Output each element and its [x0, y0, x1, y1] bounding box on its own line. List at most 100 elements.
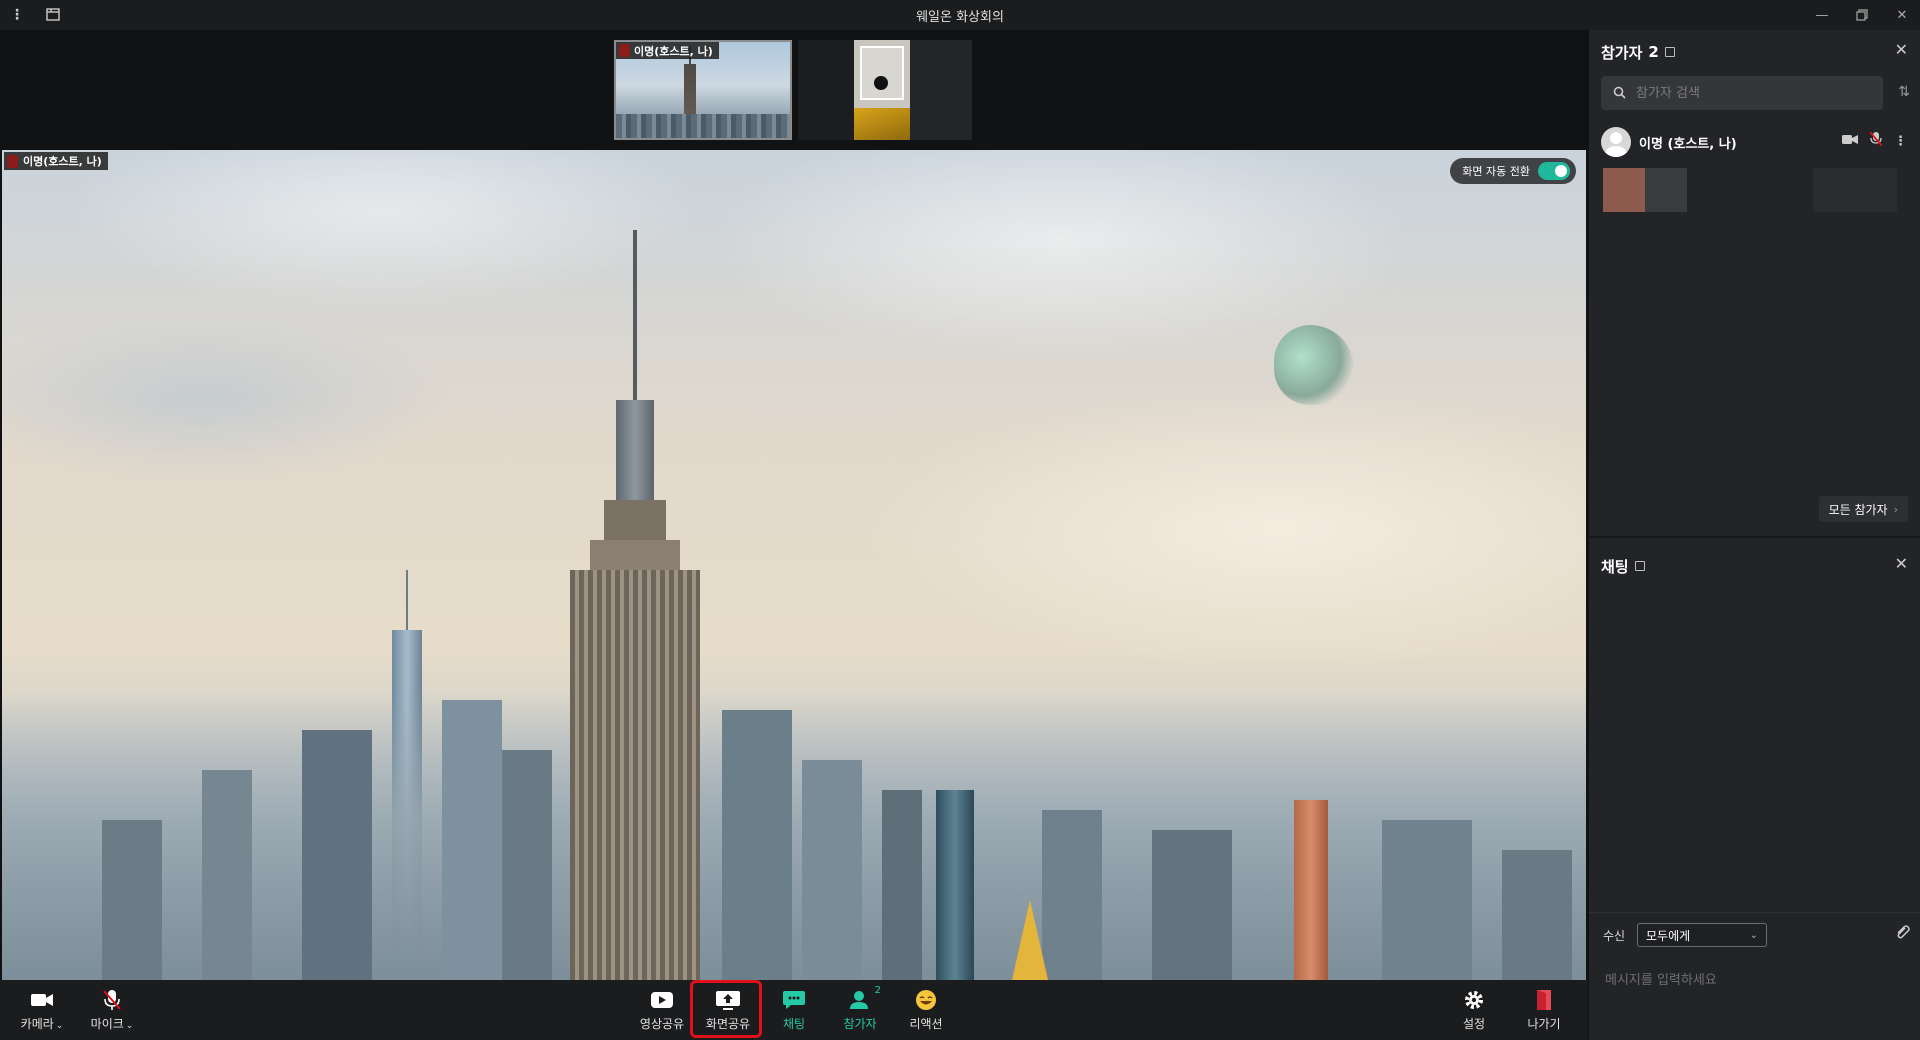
video-decor: [570, 570, 700, 980]
video-share-button[interactable]: 영상공유: [634, 980, 690, 1040]
thumbnail-decor: [910, 40, 972, 140]
participants-panel-count: 2: [1648, 43, 1659, 61]
video-camera-icon: [29, 989, 55, 1011]
participant-preview: [1645, 168, 1687, 212]
reaction-button[interactable]: 리액션: [898, 980, 954, 1040]
participants-panel-title: 참가자: [1601, 43, 1643, 62]
thumbnail-decor: [616, 114, 790, 138]
mic-button[interactable]: 마이크 ⌄: [84, 980, 140, 1040]
thumbnail-decor: [874, 76, 888, 90]
participant-name: 이명 (호스트, 나): [1639, 136, 1737, 152]
window-title: 웨일온 화상회의: [916, 9, 1004, 25]
all-participants-button[interactable]: 모든 참가자 ›: [1818, 496, 1908, 522]
person-icon: 2: [847, 985, 881, 1011]
main-video-name: 이명(호스트, 나): [23, 155, 102, 168]
close-icon[interactable]: ✕: [1895, 40, 1908, 59]
chat-bubble-icon: [781, 989, 807, 1011]
video-decor: [406, 570, 408, 632]
chat-label: 채팅: [782, 1016, 806, 1031]
participant-controls: ⋮: [1842, 131, 1907, 150]
mic-off-icon: [99, 989, 125, 1011]
video-share-label: 영상공유: [639, 1016, 685, 1031]
gear-icon: [1461, 989, 1487, 1011]
settings-button[interactable]: 설정: [1446, 980, 1502, 1040]
video-decor: [202, 770, 252, 980]
video-camera-icon[interactable]: [1842, 134, 1858, 149]
restore-icon[interactable]: [1852, 5, 1872, 25]
video-decor: [936, 790, 974, 980]
participant-thumbnail[interactable]: 이명(호스트, 나): [614, 40, 792, 140]
participant-search-input[interactable]: [1636, 85, 1866, 101]
video-decor: [1502, 850, 1572, 980]
video-decor: [1294, 800, 1328, 980]
thumbnail-name: 이명(호스트, 나): [634, 44, 713, 58]
screen-share-highlight: [690, 980, 762, 1038]
chevron-down-icon: ⌄: [1749, 929, 1758, 941]
leave-label: 나가기: [1527, 1016, 1561, 1031]
thumbnail-decor: [860, 46, 904, 100]
thumbnail-strip: 이명(호스트, 나): [0, 30, 1588, 150]
bottom-toolbar: 카메라 ⌄ 마이크 ⌄ 영상공유 화면공유 채팅 2 참가자 리액션 설정 나가…: [0, 980, 1588, 1040]
video-decor: [502, 750, 552, 980]
avatar: [1601, 127, 1631, 157]
window-controls: — ✕: [1812, 0, 1912, 30]
auto-switch-toggle[interactable]: [1538, 162, 1570, 180]
participant-thumbnail[interactable]: [798, 40, 972, 140]
smile-emoji-icon: [913, 989, 939, 1011]
video-decor: [604, 500, 666, 544]
camera-label: 카메라 ⌄: [20, 1016, 64, 1031]
chat-divider: [1589, 912, 1920, 913]
mic-off-icon: [619, 44, 630, 57]
title-bar: ⋮ 웨일온 화상회의 — ✕: [0, 0, 1920, 30]
participant-row[interactable]: 이명 (호스트, 나) ⋮: [1601, 126, 1911, 158]
participants-button[interactable]: 2 참가자: [832, 980, 888, 1040]
receiver-value: 모두에게: [1646, 928, 1691, 943]
leave-button[interactable]: 나가기: [1516, 980, 1572, 1040]
thumbnail-decor: [798, 40, 854, 140]
meeting-app: ⋮ 웨일온 화상회의 — ✕ 이명(호스트, 나) 이명(호스트, 나) 화면 …: [0, 0, 1920, 1040]
video-decor: [102, 820, 162, 980]
play-icon: [649, 989, 675, 1011]
participant-search-box[interactable]: [1601, 76, 1883, 110]
video-decor: [1152, 830, 1232, 980]
thumbnail-label: 이명(호스트, 나): [616, 42, 719, 59]
participant-preview: [1603, 168, 1645, 212]
chat-message-input[interactable]: [1605, 960, 1905, 1000]
auto-switch-control[interactable]: 화면 자동 전환: [1450, 158, 1576, 184]
chat-receiver-row: 수신 모두에게 ⌄: [1603, 922, 1909, 948]
chat-button[interactable]: 채팅: [766, 980, 822, 1040]
thumbnail-decor: [854, 108, 910, 140]
video-decor: [722, 710, 792, 980]
reaction-label: 리액션: [909, 1016, 943, 1031]
video-decor: [302, 730, 372, 980]
minimize-icon[interactable]: —: [1812, 5, 1832, 25]
more-options-icon[interactable]: ⋮: [1894, 134, 1907, 149]
vertical-dots-icon[interactable]: ⋮: [10, 7, 24, 23]
close-icon[interactable]: ✕: [1892, 5, 1912, 25]
chat-message-list[interactable]: [1589, 570, 1920, 940]
window-layout-icon[interactable]: [46, 6, 60, 25]
camera-button[interactable]: 카메라 ⌄: [14, 980, 70, 1040]
chevron-right-icon: ›: [1893, 502, 1898, 516]
panel-divider: [1589, 536, 1920, 538]
external-link-icon[interactable]: [1664, 47, 1675, 57]
main-video[interactable]: 이명(호스트, 나) 화면 자동 전환: [2, 150, 1586, 980]
participants-label: 참가자: [843, 1016, 877, 1031]
mic-off-icon[interactable]: [1869, 131, 1883, 150]
video-decor: [802, 760, 862, 980]
all-participants-label: 모든 참가자: [1828, 502, 1888, 517]
video-decor: [633, 230, 637, 404]
main-video-label: 이명(호스트, 나): [4, 152, 108, 170]
receiver-select[interactable]: 모두에게 ⌄: [1637, 923, 1767, 947]
paperclip-icon[interactable]: [1894, 924, 1910, 944]
participants-count-badge: 2: [874, 984, 881, 996]
title-bar-left: ⋮: [10, 0, 60, 30]
search-icon: [1613, 84, 1626, 103]
sort-icon[interactable]: ⇅: [1898, 84, 1910, 100]
participant-preview: [1813, 168, 1897, 212]
auto-switch-label: 화면 자동 전환: [1462, 165, 1530, 178]
video-decor: [616, 400, 654, 504]
video-decor: [1012, 900, 1048, 980]
video-decor: [1382, 820, 1472, 980]
receiver-label: 수신: [1603, 928, 1626, 943]
